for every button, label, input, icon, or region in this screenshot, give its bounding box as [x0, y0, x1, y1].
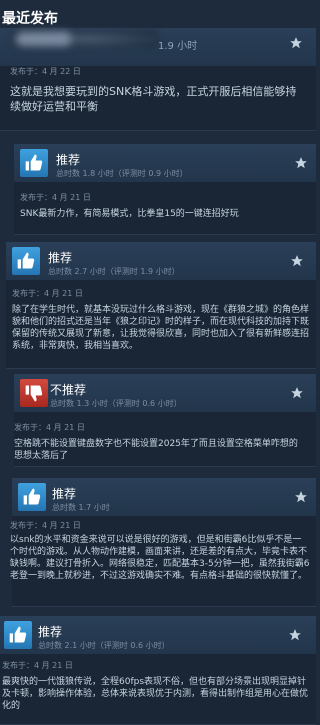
- review-verdict: 推荐: [52, 487, 77, 501]
- star-icon[interactable]: [289, 36, 303, 50]
- blurred-name: [16, 32, 71, 46]
- review-card: 推荐 总时数 1.7 小时 发布于：4 月 21 日 以snk的水平和资金来说可…: [10, 478, 316, 607]
- review-hours: 总时数 1.3 小时（评测时 0.6 小时）: [50, 399, 182, 408]
- review-verdict: 推荐: [56, 153, 81, 167]
- review-text: 这就是我想要玩到的SNK格斗游戏，正式开服后相信能够持续做好运营和平衡: [10, 85, 297, 113]
- review-verdict: 推荐: [48, 251, 73, 265]
- review-date: 发布于：4 月 22 日: [10, 67, 81, 76]
- review-text: 除了在学生时代，就基本没玩过什么格斗游戏，现在《群狼之城》的角色样貌和他们的招式…: [12, 305, 310, 351]
- thumbs-up-icon: [9, 626, 27, 643]
- recommend-badge: [18, 483, 46, 511]
- thumbs-up-icon: [25, 154, 43, 171]
- star-icon[interactable]: [290, 386, 304, 400]
- star-icon[interactable]: [288, 628, 302, 642]
- not-recommend-badge: [20, 379, 48, 407]
- recommend-badge: [12, 247, 40, 275]
- recommend-badge: [20, 149, 48, 177]
- recommend-badge: [4, 621, 32, 649]
- review-card: 推荐 总时数 2.7 小时（评测时 1.9 小时） 发布于：4 月 21 日 除…: [6, 242, 316, 369]
- review-verdict: 推荐: [38, 625, 63, 639]
- review-card: 1.9 小时 发布于：4 月 22 日 这就是我想要玩到的SNK格斗游戏，正式开…: [0, 28, 316, 131]
- thumbs-up-icon: [17, 252, 35, 269]
- review-hours: 总时数 2.1 小时（评测时 0.6 小时）: [38, 641, 170, 650]
- star-icon[interactable]: [290, 254, 304, 268]
- thumbs-down-icon: [25, 385, 43, 402]
- review-card: 不推荐 总时数 1.3 小时（评测时 0.6 小时） 发布于：4 月 21 日 …: [14, 374, 316, 467]
- review-hours: 总时数 2.7 小时（评测时 1.9 小时）: [48, 267, 180, 276]
- review-text: 最爽快的一代饿狼传说，全程60fps表现不俗，但也有部分场景出现明显掉针及卡顿，…: [2, 677, 309, 711]
- review-card: 推荐 总时数 1.8 小时（评测时 0.9 小时） 发布于：4 月 21 日 S…: [14, 144, 316, 235]
- review-date: 发布于：4 月 21 日: [10, 521, 81, 530]
- review-hours: 1.9 小时: [158, 41, 198, 52]
- page-title: 最近发布: [2, 11, 58, 27]
- review-hours: 总时数 1.8 小时（评测时 0.9 小时）: [56, 169, 188, 178]
- review-date: 发布于：4 月 21 日: [2, 661, 73, 670]
- star-icon[interactable]: [294, 490, 308, 504]
- star-icon[interactable]: [294, 156, 308, 170]
- review-text: 以snk的水平和资金来说可以说是很好的游戏，但是和街霸6比似乎不是一个时代的游戏…: [10, 535, 310, 581]
- review-card: 推荐 总时数 2.1 小时（评测时 0.6 小时） 发布于：4 月 21 日 最…: [0, 616, 316, 725]
- review-verdict: 不推荐: [50, 383, 87, 397]
- thumbs-up-icon: [23, 488, 41, 505]
- review-date: 发布于：4 月 21 日: [14, 423, 85, 432]
- review-text: 空格跳不能设置键盘数字也不能设置2025年了而且设置空格菜单咋想的思想太落后了: [14, 439, 298, 461]
- review-text: SNK最新力作，有简易模式，比拳皇15的一键连招好玩: [20, 209, 239, 219]
- review-hours: 总时数 1.7 小时: [52, 503, 110, 512]
- review-date: 发布于：4 月 21 日: [12, 289, 83, 298]
- review-date: 发布于：4 月 21 日: [20, 193, 91, 202]
